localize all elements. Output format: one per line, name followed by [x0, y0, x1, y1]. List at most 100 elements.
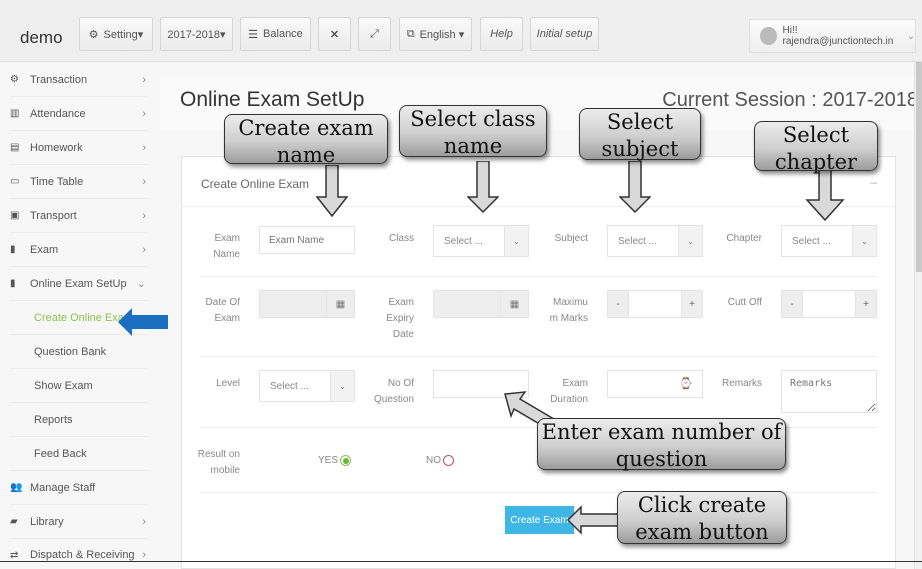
divider	[0, 561, 922, 562]
gear-icon: ⚙	[88, 28, 99, 41]
user-email: Hi!! rajendra@junctiontech.in	[782, 25, 894, 47]
sidebar-item-label: Library	[30, 515, 64, 528]
decrement-button[interactable]: -	[608, 291, 628, 317]
cut-off-label: Cutt Off	[727, 297, 762, 308]
setting-button[interactable]: ⚙ Setting▾	[79, 17, 153, 51]
result-on-mobile-label: Result on mobile	[197, 449, 240, 476]
chevron-down-icon: ⌄	[906, 30, 915, 42]
document-icon: ▤	[10, 142, 20, 153]
sidebar-item-dispatch-receiving[interactable]: ⇄ Dispatch & Receiving ›	[10, 539, 148, 561]
help-button[interactable]: Help	[480, 17, 523, 51]
sidebar-item-label: Time Table	[30, 175, 84, 188]
arrow-left-icon	[118, 308, 168, 336]
initial-setup-button[interactable]: Initial setup	[530, 17, 599, 51]
result-yes-radio[interactable]: YES	[318, 455, 352, 466]
sidebar-subitem-feed-back[interactable]: Feed Back	[10, 437, 148, 471]
sidebar-item-label: Homework	[30, 141, 83, 154]
gear-icon: ⚙	[10, 74, 19, 85]
callout-click-create-exam: Click create exam button	[617, 491, 787, 544]
level-select[interactable]: Select ... ⌄	[259, 370, 355, 402]
page-scrollbar[interactable]	[914, 62, 922, 569]
balance-label: Balance	[263, 28, 303, 40]
sidebar-item-homework[interactable]: ▤ Homework ›	[10, 131, 148, 165]
sidebar-item-label: Attendance	[30, 107, 86, 120]
arrow-down-icon	[316, 165, 348, 217]
chapter-select[interactable]: Select ... ⌄	[781, 225, 877, 257]
cut-off-stepper[interactable]: - +	[781, 290, 877, 318]
sidebar-item-transaction[interactable]: ⚙ Transaction ›	[10, 63, 148, 97]
chevron-right-icon: ›	[142, 175, 146, 188]
balance-button[interactable]: ☰ Balance	[240, 17, 311, 51]
maximum-marks-stepper[interactable]: - +	[607, 290, 703, 318]
chevron-down-icon: ⌄	[678, 226, 702, 256]
sidebar-item-label: Reports	[34, 413, 73, 426]
class-select[interactable]: Select ... ⌄	[433, 225, 529, 257]
setting-label: Setting▾	[103, 28, 144, 41]
subject-select[interactable]: Select ... ⌄	[607, 225, 703, 257]
language-button[interactable]: ⧉ English ▾	[399, 17, 472, 51]
chevron-right-icon: ›	[142, 549, 146, 561]
remarks-textarea[interactable]	[781, 370, 877, 413]
result-no-radio[interactable]: NO	[426, 455, 454, 466]
increment-button[interactable]: +	[856, 291, 876, 317]
sidebar-subitem-reports[interactable]: Reports	[10, 403, 148, 437]
arrow-down-icon	[805, 170, 845, 222]
increment-button[interactable]: +	[682, 291, 702, 317]
maximum-marks-input[interactable]	[628, 291, 682, 317]
radio-selected-icon[interactable]	[340, 455, 352, 466]
page-title: Online Exam SetUp	[180, 88, 365, 111]
divider	[201, 356, 877, 357]
remarks-label: Remarks	[722, 378, 763, 389]
user-menu[interactable]: Hi!! rajendra@junctiontech.in ⌄	[749, 19, 916, 53]
chevron-right-icon: ›	[142, 209, 146, 222]
calendar-icon[interactable]: ▦	[500, 291, 528, 317]
exam-expiry-date-input[interactable]: ▦	[433, 290, 529, 318]
sidebar-item-exam[interactable]: ▮ Exam ›	[10, 233, 148, 267]
sidebar-subitem-question-bank[interactable]: Question Bank	[10, 335, 148, 369]
callout-select-chapter: Select chapter	[754, 121, 878, 174]
chevron-down-icon: ⌄	[852, 226, 876, 256]
sidebar-item-label: Show Exam	[34, 379, 93, 392]
subject-select-value: Select ...	[618, 236, 657, 247]
sidebar-item-label: Transport	[30, 209, 77, 222]
maximum-marks-label: Maximu m Marks	[549, 297, 588, 324]
sidebar-item-attendance[interactable]: ▥ Attendance ›	[10, 97, 148, 131]
sidebar-item-transport[interactable]: ▣ Transport ›	[10, 199, 148, 233]
fullscreen-icon: ✕	[329, 28, 340, 41]
expand-button[interactable]: ⤢	[358, 17, 391, 51]
top-navbar: demo ⚙ Setting▾ 2017-2018▾ ☰ Balance ✕ ⤢…	[0, 0, 922, 62]
class-select-value: Select ...	[444, 236, 483, 247]
expand-icon: ⤢	[370, 27, 379, 40]
sidebar-item-label: Feed Back	[34, 447, 87, 460]
divider	[201, 276, 877, 277]
fullscreen-button[interactable]: ✕	[318, 17, 351, 51]
calendar-icon[interactable]: ▦	[326, 291, 354, 317]
exam-duration-input[interactable]: ⌚	[607, 370, 703, 398]
session-year-button[interactable]: 2017-2018▾	[160, 17, 233, 51]
sidebar-item-library[interactable]: ▰ Library ›	[10, 505, 148, 539]
sidebar-subitem-show-exam[interactable]: Show Exam	[10, 369, 148, 403]
sidebar-item-online-exam-setup[interactable]: ▮ Online Exam SetUp ⌄	[10, 267, 148, 301]
initial-setup-label: Initial setup	[536, 28, 593, 40]
create-exam-button[interactable]: Create Exam	[505, 506, 574, 534]
exam-name-input[interactable]	[259, 226, 355, 254]
exam-name-label: Exam Name	[213, 233, 240, 260]
decrement-button[interactable]: -	[782, 291, 802, 317]
exchange-icon: ⇄	[10, 550, 19, 561]
chapter-select-value: Select ...	[792, 236, 831, 247]
chevron-down-icon: ⌄	[136, 278, 146, 290]
brand-logo[interactable]: demo	[20, 28, 63, 48]
sidebar-item-manage-staff[interactable]: 👥 Manage Staff	[10, 471, 148, 505]
clock-icon: ⌚	[679, 378, 693, 390]
arrow-down-icon	[467, 161, 499, 213]
radio-unselected-icon[interactable]	[443, 455, 454, 466]
cut-off-input[interactable]	[802, 291, 856, 317]
scrollbar-thumb[interactable]	[916, 62, 922, 272]
level-select-value: Select ...	[270, 381, 309, 392]
sidebar-item-time-table[interactable]: ▭ Time Table ›	[10, 165, 148, 199]
level-label: Level	[216, 378, 240, 389]
yes-label: YES	[318, 455, 339, 466]
date-of-exam-input[interactable]: ▦	[259, 290, 355, 318]
chevron-down-icon: ⌄	[330, 371, 354, 401]
collapse-icon[interactable]: –	[870, 175, 877, 189]
